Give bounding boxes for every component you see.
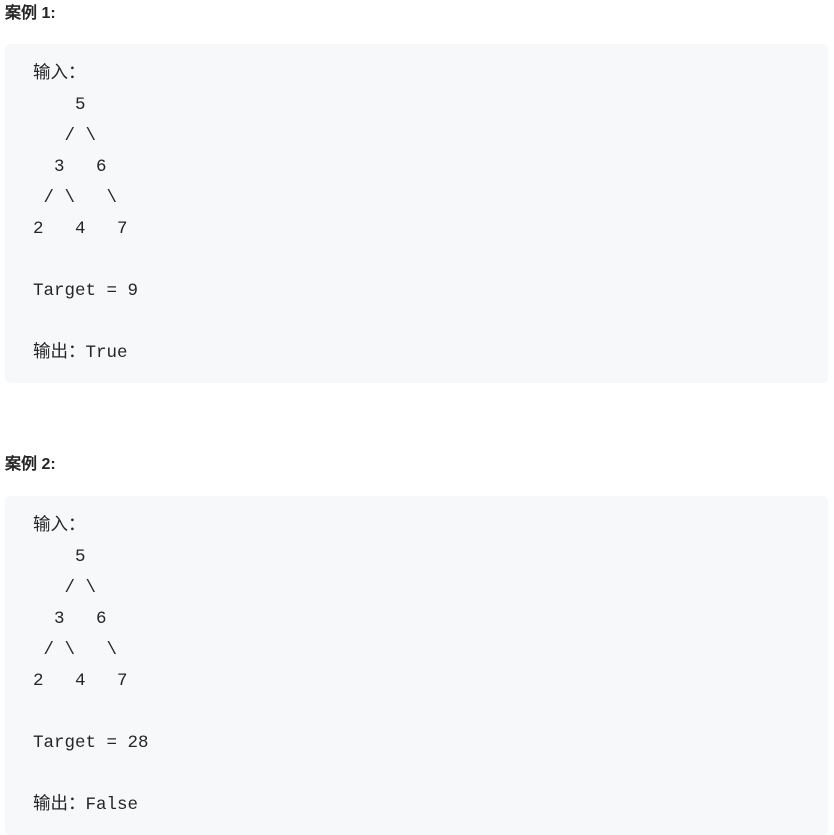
code-line: 2 4 7	[33, 670, 128, 691]
code-line: / \ \	[33, 187, 118, 208]
code-line: / \ \	[33, 639, 118, 660]
code-line: Target = 28	[33, 732, 149, 753]
code-line: 输出：True	[33, 342, 128, 363]
code-line: 输出：False	[33, 794, 139, 815]
code-line: 2 4 7	[33, 218, 128, 239]
example-1-code: 输入： 5 / \ 3 6 / \ \ 2 4 7 Target = 9 输出：Tru…	[33, 59, 828, 369]
code-line: 3 6	[33, 608, 107, 629]
example-2-code-block: 输入： 5 / \ 3 6 / \ \ 2 4 7 Target = 28 输出：Fa…	[5, 496, 828, 835]
code-line: 输入：	[33, 515, 86, 536]
example-1-title: 案例 1:	[5, 5, 56, 22]
code-line: / \	[33, 125, 97, 146]
code-line: 输入：	[33, 63, 86, 84]
code-line: Target = 9	[33, 280, 139, 301]
example-2-title: 案例 2:	[5, 456, 56, 473]
example-2-code: 输入： 5 / \ 3 6 / \ \ 2 4 7 Target = 28 输出：Fa…	[33, 511, 828, 821]
code-line: 5	[33, 94, 86, 115]
code-line: / \	[33, 577, 97, 598]
code-line: 5	[33, 546, 86, 567]
code-line: 3 6	[33, 156, 107, 177]
example-1-code-block: 输入： 5 / \ 3 6 / \ \ 2 4 7 Target = 9 输出：Tru…	[5, 44, 828, 383]
